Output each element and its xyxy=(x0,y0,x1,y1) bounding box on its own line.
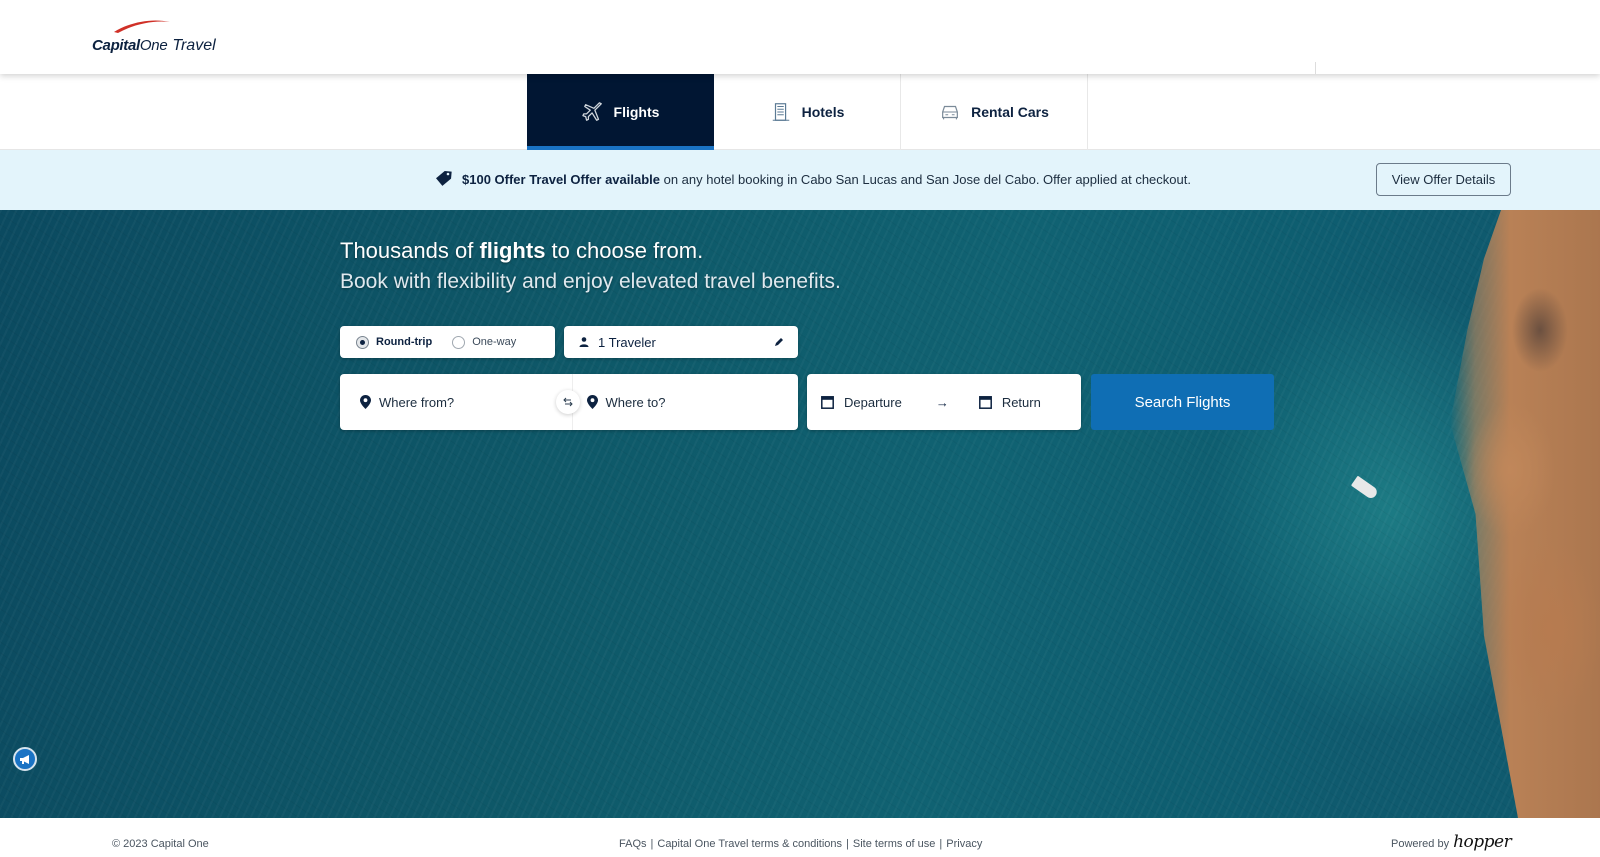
hero-title: Thousands of flights to choose from. xyxy=(340,238,704,263)
hotel-icon xyxy=(772,103,789,121)
radio-unselected-icon xyxy=(452,335,466,349)
logo-swoosh-icon xyxy=(114,20,170,33)
tag-icon xyxy=(436,171,452,186)
search-flights-button[interactable]: Search Flights xyxy=(1091,374,1274,430)
arrow-right-icon: → xyxy=(935,394,949,410)
calendar-icon xyxy=(821,395,834,409)
person-icon xyxy=(579,337,589,347)
offer-banner: $100 Offer Travel Offer available on any… xyxy=(0,150,1600,210)
logo-product: Travel xyxy=(172,37,216,54)
car-icon xyxy=(942,105,959,120)
date-inputs: Departure → Return xyxy=(807,374,1081,430)
feedback-button[interactable] xyxy=(13,747,37,771)
offer-message: $100 Offer Travel Offer available on any… xyxy=(435,170,1191,188)
product-tabs-bar: Flights Hotels Rental Cars xyxy=(0,74,1600,150)
footer-link-privacy[interactable]: Privacy xyxy=(946,838,982,850)
logo-brand: CapitalOne xyxy=(92,37,168,54)
origin-input[interactable]: Where from? xyxy=(340,374,572,430)
trip-type-selector: Round-trip One-way xyxy=(340,326,555,358)
destination-input[interactable]: Where to? xyxy=(571,374,799,430)
view-offer-details-button[interactable]: View Offer Details xyxy=(1376,163,1511,196)
tab-hotels[interactable]: Hotels xyxy=(714,74,901,150)
capital-one-travel-logo[interactable]: CapitalOne Travel xyxy=(92,18,216,54)
traveler-selector[interactable]: 1 Traveler xyxy=(564,326,798,358)
megaphone-icon xyxy=(19,754,29,764)
offer-detail: on any hotel booking in Cabo San Lucas a… xyxy=(660,171,1191,187)
powered-by: Powered by hopper xyxy=(1391,832,1512,852)
site-header: CapitalOne Travel xyxy=(0,0,1600,74)
hero-section: Thousands of flights to choose from. Boo… xyxy=(0,210,1600,818)
hero-subtitle: Book with flexibility and enjoy elevated… xyxy=(340,270,841,293)
location-inputs: Where from? Where to? xyxy=(340,374,798,430)
site-footer: © 2023 Capital One FAQs | Capital One Trav… xyxy=(0,818,1600,857)
one-way-radio[interactable]: One-way xyxy=(452,335,516,349)
header-divider xyxy=(1315,62,1316,74)
footer-link-site-terms[interactable]: Site terms of use xyxy=(853,838,936,850)
destination-placeholder: Where to? xyxy=(605,394,666,410)
origin-placeholder: Where from? xyxy=(379,394,455,410)
footer-link-faqs[interactable]: FAQs xyxy=(619,838,647,850)
footer-link-terms-conditions[interactable]: Capital One Travel terms & conditions xyxy=(657,838,842,850)
departure-date-input[interactable]: Departure xyxy=(821,395,902,410)
round-trip-radio[interactable]: Round-trip xyxy=(356,335,432,349)
airplane-icon xyxy=(581,102,602,121)
ocean-background-image xyxy=(0,210,1600,818)
departure-placeholder: Departure xyxy=(844,394,902,410)
swap-locations-button[interactable] xyxy=(556,390,580,414)
edit-pencil-icon[interactable] xyxy=(774,337,784,347)
footer-links: FAQs | Capital One Travel terms & conditio… xyxy=(619,838,983,850)
tab-label: Rental Cars xyxy=(971,104,1049,120)
powered-by-label: Powered by xyxy=(1391,838,1450,850)
radio-selected-icon xyxy=(356,335,369,349)
map-pin-icon xyxy=(360,395,371,409)
copyright: © 2023 Capital One xyxy=(112,838,209,850)
calendar-icon xyxy=(978,395,992,409)
offer-headline: $100 Offer Travel Offer available xyxy=(462,171,660,187)
product-tabs: Flights Hotels Rental Cars xyxy=(527,74,1088,150)
return-date-input[interactable]: Return xyxy=(978,394,1041,410)
swap-arrows-icon xyxy=(563,397,573,407)
traveler-count: 1 Traveler xyxy=(598,334,656,350)
tab-label: Flights xyxy=(613,104,660,120)
hopper-logo: hopper xyxy=(1453,832,1512,852)
tab-rental-cars[interactable]: Rental Cars xyxy=(901,74,1088,150)
map-pin-icon xyxy=(586,395,598,409)
tab-flights[interactable]: Flights xyxy=(527,74,714,150)
tab-label: Hotels xyxy=(801,104,845,120)
return-placeholder: Return xyxy=(1001,394,1041,410)
